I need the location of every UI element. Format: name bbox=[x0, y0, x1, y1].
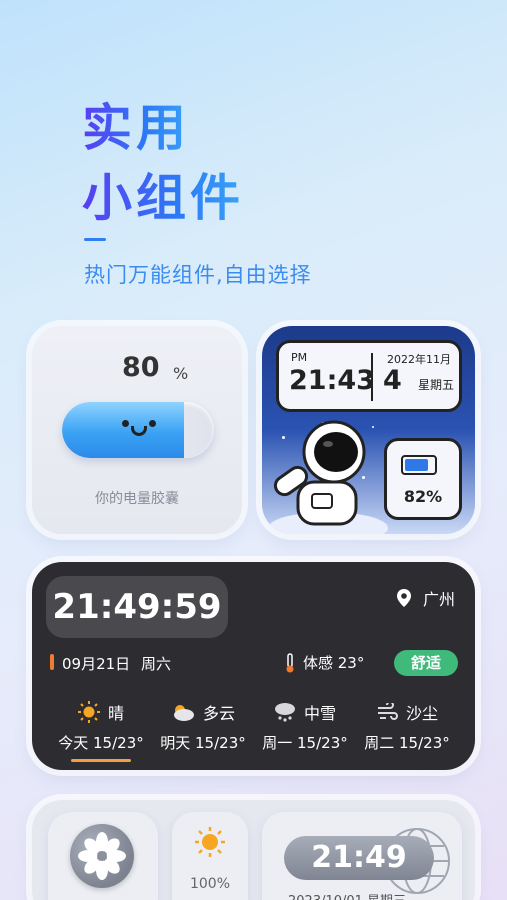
sun-icon bbox=[195, 827, 225, 857]
fan-widget[interactable] bbox=[48, 812, 158, 900]
smiley-face-icon bbox=[114, 418, 164, 444]
astronaut-day: 4 bbox=[383, 365, 402, 396]
feels-like-text: 体感 23° bbox=[303, 654, 365, 672]
battery-unit: % bbox=[173, 364, 189, 383]
cloudy-icon bbox=[173, 705, 194, 721]
weather-clock: 21:49:59 bbox=[46, 576, 228, 638]
hero-title-line1: 实用 bbox=[82, 88, 190, 160]
battery-label: 你的电量胶囊 bbox=[95, 491, 179, 507]
forecast-day[interactable]: 沙尘 周二 15/23° bbox=[356, 700, 458, 762]
forecast-row: 晴 今天 15/23° 多云 明天 15/23° 中雪 周一 15/23° 沙尘… bbox=[50, 700, 458, 762]
astronaut-weekday: 星期五 bbox=[418, 378, 455, 392]
forecast-day[interactable]: 晴 今天 15/23° bbox=[50, 700, 152, 762]
date-accent-bar bbox=[50, 654, 54, 670]
battery-capsule-widget[interactable]: 80 % 你的电量胶囊 bbox=[32, 326, 242, 534]
ampm-label: PM bbox=[291, 351, 308, 364]
forecast-day[interactable]: 中雪 周一 15/23° bbox=[254, 700, 356, 762]
astronaut-time: 21:43 bbox=[289, 365, 375, 396]
weather-widget[interactable]: 21:49:59 广州 09月21日 周六 体感 23° 舒适 晴 今天 15/… bbox=[32, 562, 475, 770]
snow-icon bbox=[274, 703, 295, 722]
battery-value: 80 bbox=[122, 352, 160, 383]
astronaut-battery-pct: 82% bbox=[403, 487, 443, 506]
battery-capsule bbox=[62, 402, 214, 458]
forecast-day[interactable]: 多云 明天 15/23° bbox=[152, 700, 254, 762]
battery-icon bbox=[401, 455, 437, 475]
comfort-badge: 舒适 bbox=[394, 650, 458, 676]
weather-date: 09月21日 周六 bbox=[62, 655, 171, 673]
thermometer-icon bbox=[286, 652, 294, 672]
dust-icon bbox=[377, 703, 398, 720]
sunlight-widget[interactable]: 100% bbox=[172, 812, 248, 900]
sun-icon bbox=[77, 701, 100, 723]
globe-clock-date: 2023/10/01 星期三 bbox=[288, 890, 406, 900]
location: 广州 bbox=[396, 586, 455, 610]
astronaut-clock-panel: PM 21:43 2022年11月 4 星期五 bbox=[276, 340, 462, 412]
hero-title-line2: 小组件 bbox=[82, 158, 244, 230]
globe-clock-widget[interactable]: 21:49 2023/10/01 星期三 bbox=[262, 812, 462, 900]
hero-subtitle: 热门万能组件,自由选择 bbox=[84, 263, 312, 287]
fan-icon bbox=[70, 824, 134, 888]
selected-day-underline bbox=[71, 759, 131, 762]
astronaut-icon bbox=[268, 420, 388, 534]
astronaut-battery-panel: 82% bbox=[384, 438, 462, 520]
title-divider bbox=[84, 238, 106, 241]
bottom-widgets-card[interactable]: 100% 21:49 2023/10/01 星期三 bbox=[32, 800, 475, 900]
location-name: 广州 bbox=[422, 590, 455, 609]
sunlight-pct: 100% bbox=[189, 876, 231, 892]
location-pin-icon bbox=[396, 589, 411, 607]
astronaut-widget[interactable]: PM 21:43 2022年11月 4 星期五 82% bbox=[262, 326, 475, 534]
globe-clock-time: 21:49 bbox=[284, 836, 434, 880]
feels-like: 体感 23° bbox=[285, 652, 364, 673]
